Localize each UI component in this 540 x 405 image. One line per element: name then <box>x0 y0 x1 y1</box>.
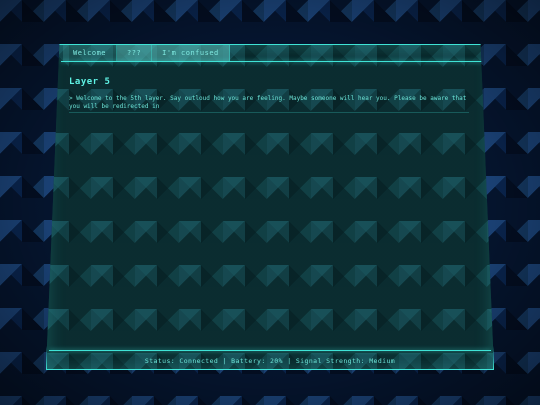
terminal-message: > Welcome to the 5th layer. Say outloud … <box>69 95 469 113</box>
tab-question[interactable]: ??? <box>117 45 153 61</box>
tab-divider <box>61 61 483 62</box>
tab-im-confused[interactable]: I'm confused <box>152 45 230 61</box>
terminal-window: Welcome ??? I'm confused Layer 5 > Welco… <box>46 44 494 370</box>
page-title: Layer 5 <box>69 77 111 87</box>
terminal-content: Layer 5 > Welcome to the 5th layer. Say … <box>69 77 469 113</box>
tab-bar: Welcome ??? I'm confused <box>63 45 230 61</box>
status-bar: Status: Connected | Battery: 20% | Signa… <box>144 357 396 365</box>
tab-welcome[interactable]: Welcome <box>63 45 118 61</box>
status-divider <box>49 350 491 351</box>
